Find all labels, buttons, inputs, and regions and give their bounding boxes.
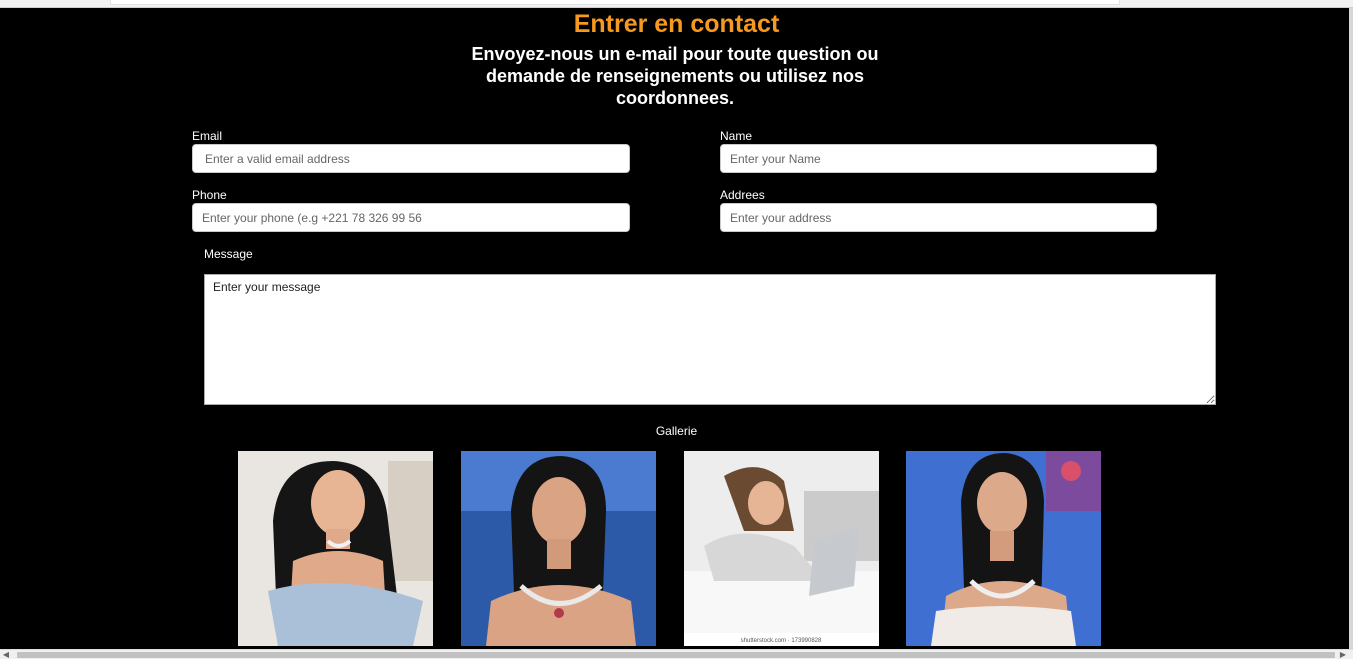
browser-top-strip [0, 0, 1353, 8]
gallery-photo-2[interactable] [461, 451, 656, 646]
name-label: Name [720, 129, 753, 143]
message-textarea[interactable] [204, 274, 1216, 405]
address-label: Addrees [720, 188, 765, 202]
vertical-scrollbar[interactable] [1349, 8, 1353, 649]
page-title: Entrer en contact [573, 10, 780, 38]
gallery-photo-4[interactable] [906, 451, 1101, 646]
phone-field[interactable] [192, 203, 630, 232]
scroll-right-icon[interactable]: ▶ [1337, 650, 1349, 659]
gallery-title: Gallerie [655, 424, 698, 438]
address-field[interactable] [720, 203, 1157, 232]
email-field[interactable] [192, 144, 630, 173]
top-tab-area [110, 0, 1120, 5]
scroll-left-icon[interactable]: ◀ [0, 650, 12, 659]
gallery-photo-1[interactable] [238, 451, 433, 646]
scrollbar-thumb[interactable] [17, 652, 1335, 658]
page-subtitle: Envoyez-nous un e-mail pour toute questi… [471, 44, 879, 108]
horizontal-scrollbar[interactable]: ◀ ▶ [0, 649, 1353, 659]
name-field[interactable] [720, 144, 1157, 173]
message-label: Message [204, 247, 253, 261]
photo-watermark: shutterstock.com · 173990828 [741, 638, 822, 644]
email-label: Email [192, 129, 223, 143]
gallery-photo-3[interactable]: shutterstock.com · 173990828 [684, 451, 879, 646]
phone-label: Phone [192, 188, 227, 202]
